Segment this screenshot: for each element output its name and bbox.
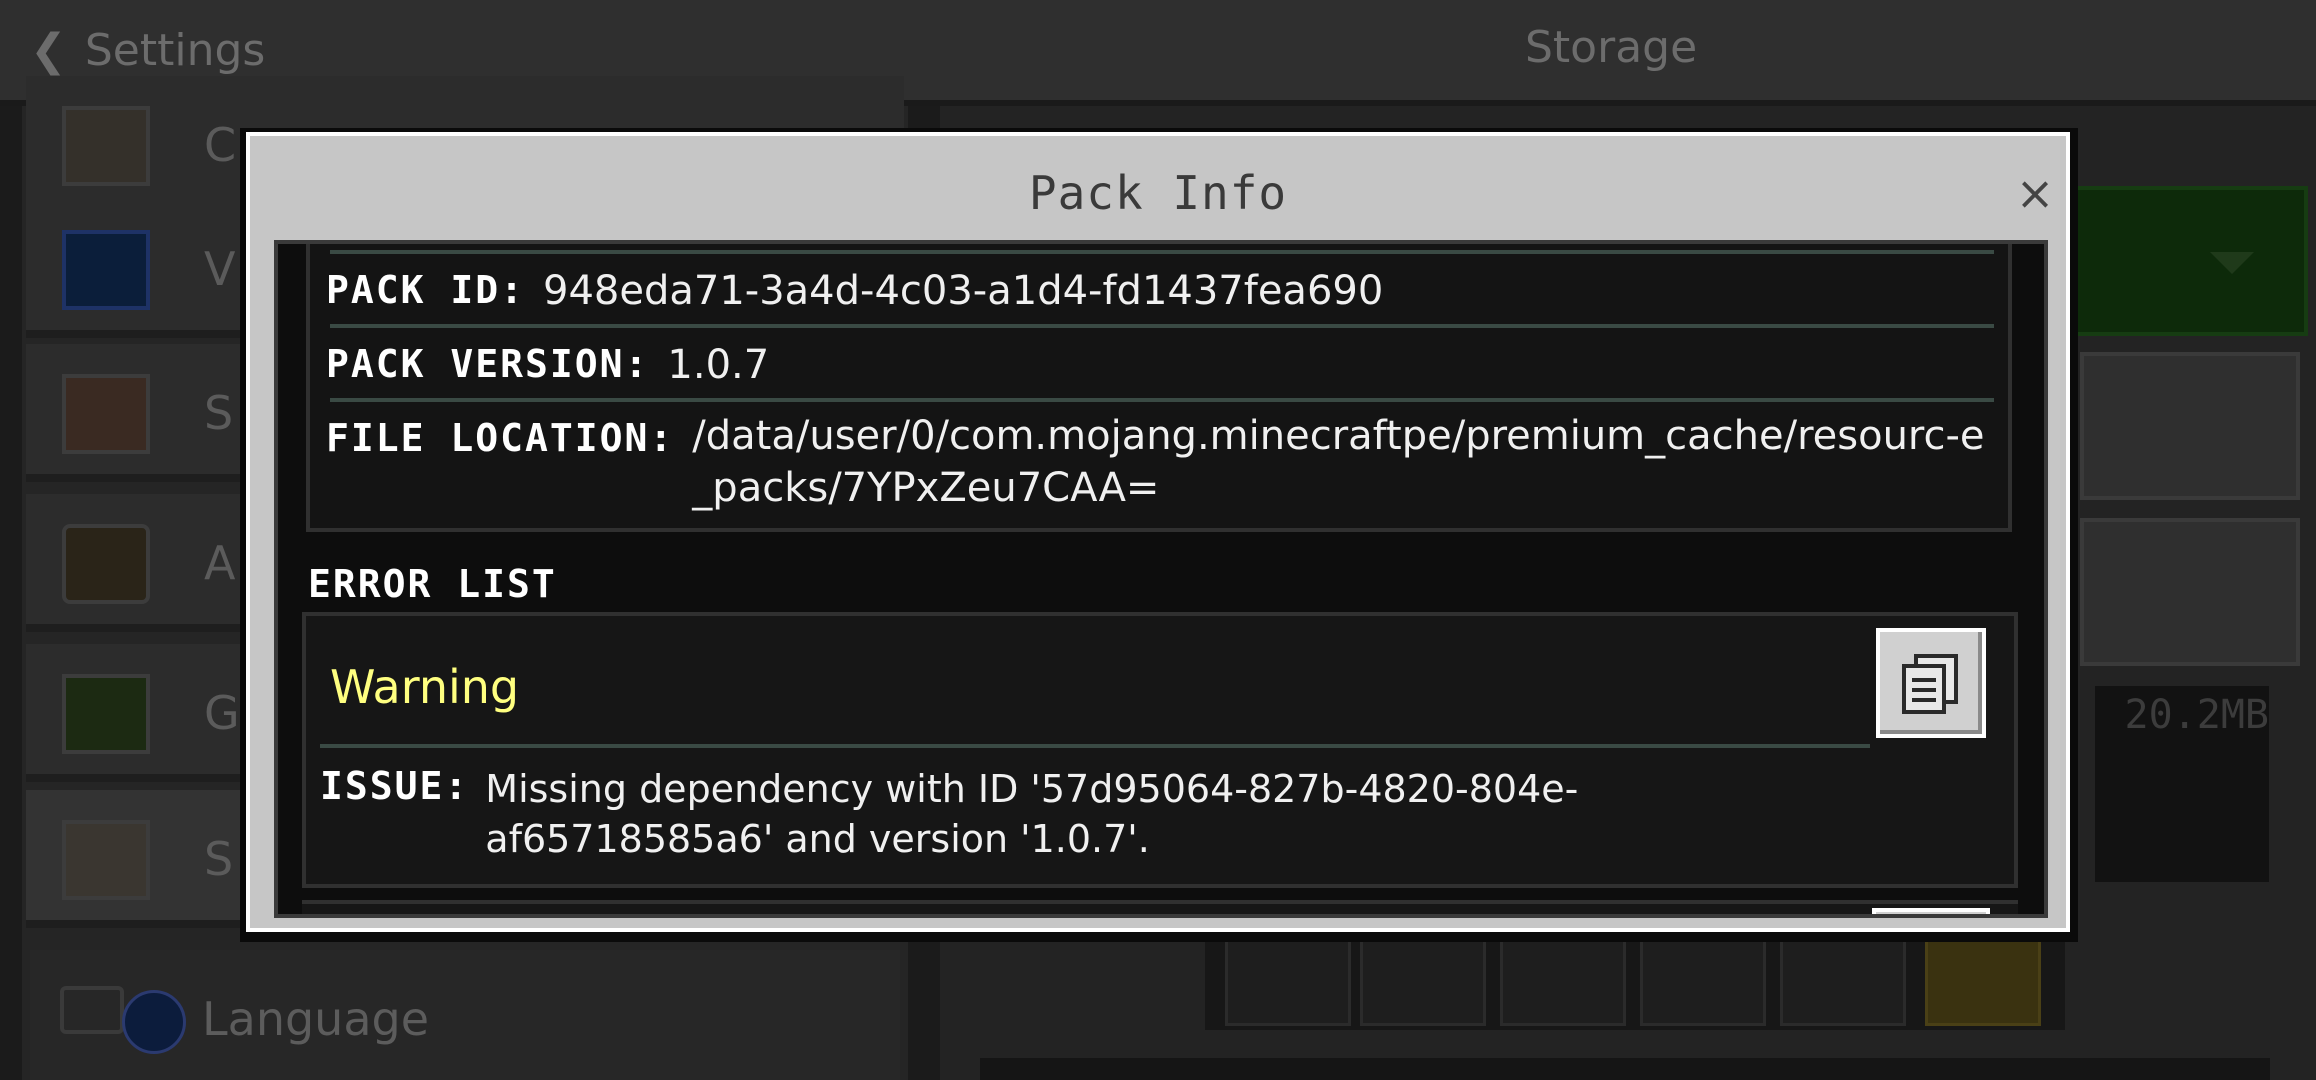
- creator-icon: [62, 106, 150, 186]
- pack-id-value: 948eda71-3a4d-4c03-a1d4-fd1437fea690: [543, 268, 1384, 314]
- dialog-scroll-content[interactable]: PACK ID: 948eda71-3a4d-4c03-a1d4-fd1437f…: [274, 240, 2048, 918]
- back-button[interactable]: ❮ Settings: [30, 18, 265, 82]
- error-list-heading: ERROR LIST: [308, 562, 557, 606]
- file-location-value: /data/user/0/com.mojang.minecraftpe/prem…: [692, 413, 1985, 511]
- toolbar-slot[interactable]: [1360, 930, 1486, 1026]
- sidebar-item-label: A: [204, 536, 236, 590]
- sidebar-item-label: G: [204, 686, 240, 740]
- storage-action-button[interactable]: [2080, 518, 2300, 666]
- globe-icon: [122, 990, 186, 1054]
- pack-id-row: PACK ID: 948eda71-3a4d-4c03-a1d4-fd1437f…: [326, 268, 1383, 314]
- copy-button[interactable]: [1872, 908, 1990, 914]
- divider: [330, 398, 1994, 402]
- calendar-icon: [62, 374, 150, 454]
- chat-bubble-icon: [60, 986, 124, 1034]
- dialog-title: Pack Info: [1028, 166, 1288, 220]
- issue-text: Missing dependency with ID '57d95064-827…: [485, 767, 1579, 861]
- copy-icon: [1902, 654, 1958, 714]
- divider: [330, 324, 1994, 328]
- pack-version-label: PACK VERSION:: [326, 342, 650, 386]
- storage-action-button[interactable]: [2080, 352, 2300, 500]
- error-level: Warning: [330, 660, 520, 714]
- close-icon[interactable]: ×: [2010, 170, 2060, 220]
- sidebar-item-label: S: [204, 832, 234, 886]
- storage-list-row: [980, 1058, 2270, 1080]
- copy-button[interactable]: [1876, 628, 1986, 738]
- back-label: Settings: [84, 24, 266, 76]
- pack-version-row: PACK VERSION: 1.0.7: [326, 342, 769, 388]
- issue-row: ISSUE: Missing dependency with ID '57d95…: [320, 764, 1865, 864]
- lock-icon[interactable]: [1925, 935, 2041, 1026]
- sidebar-item-label: S: [204, 386, 234, 440]
- sidebar-item-language[interactable]: Language: [30, 950, 900, 1080]
- pack-details-box: PACK ID: 948eda71-3a4d-4c03-a1d4-fd1437f…: [306, 244, 2012, 532]
- pack-id-label: PACK ID:: [326, 268, 526, 312]
- pack-info-dialog: Pack Info × PACK ID: 948eda71-3a4d-4c03-…: [246, 132, 2070, 932]
- error-card: [302, 900, 2018, 914]
- divider: [320, 744, 1870, 748]
- page-title: Storage: [1525, 22, 1698, 73]
- sidebar-item-label: V: [204, 242, 236, 296]
- pack-version-value: 1.0.7: [667, 342, 770, 388]
- video-icon: [62, 230, 150, 310]
- trash-icon[interactable]: [1500, 930, 1626, 1026]
- toolbar-slot[interactable]: [1640, 930, 1766, 1026]
- error-card: Warning ISSUE: Missing dependency with I…: [302, 612, 2018, 888]
- issue-label: ISSUE:: [320, 764, 470, 808]
- grass-block-icon: [62, 674, 150, 754]
- folder-icon: [62, 820, 150, 900]
- sidebar-item-label: Language: [202, 992, 430, 1046]
- file-location-row: FILE LOCATION: /data/user/0/com.mojang.m…: [326, 413, 1992, 514]
- toolbar-slot[interactable]: [1225, 930, 1351, 1026]
- speaker-icon: [62, 524, 150, 604]
- storage-size-label: 20.2MB: [2095, 686, 2269, 882]
- divider: [330, 250, 1994, 254]
- chevron-down-icon: [2210, 252, 2254, 274]
- chevron-left-icon: ❮: [30, 24, 67, 76]
- file-location-label: FILE LOCATION:: [326, 416, 675, 460]
- toolbar-slot[interactable]: [1780, 930, 1906, 1026]
